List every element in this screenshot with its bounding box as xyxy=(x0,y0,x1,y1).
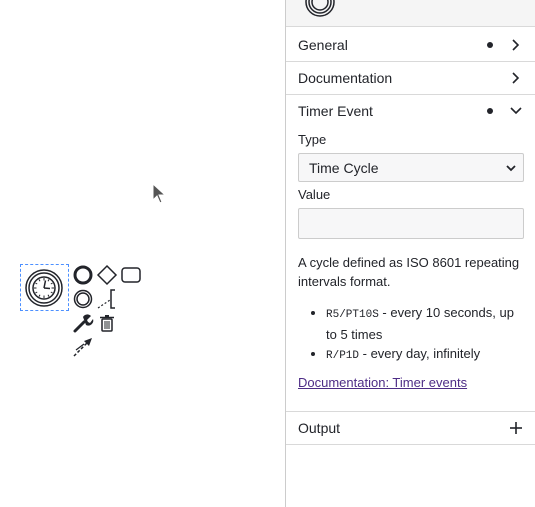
gateway-icon[interactable] xyxy=(96,264,118,286)
timer-description: A cycle defined as ISO 8601 repeating in… xyxy=(298,253,528,366)
chevron-down-icon xyxy=(506,164,516,171)
text-annotation-icon[interactable] xyxy=(96,288,118,310)
type-label: Type xyxy=(298,132,327,147)
example-code: R5/PT10S xyxy=(326,309,379,321)
task-icon[interactable] xyxy=(120,264,142,286)
group-output-header[interactable]: Output xyxy=(286,411,535,444)
mouse-cursor-icon xyxy=(152,183,166,204)
plus-icon[interactable] xyxy=(509,421,523,435)
chevron-right-icon xyxy=(512,71,520,84)
chevron-right-icon xyxy=(512,38,520,51)
chevron-down-icon xyxy=(510,106,522,114)
group-timer-event-header[interactable]: Timer Event xyxy=(286,94,535,127)
documentation-link[interactable]: Documentation: Timer events xyxy=(298,375,467,390)
example-code: R/P1D xyxy=(326,350,360,362)
group-timer-event-title: Timer Event xyxy=(298,102,373,119)
timer-type-selected: Time Cycle xyxy=(309,159,379,176)
divider xyxy=(286,444,535,445)
end-event-icon[interactable] xyxy=(72,264,94,286)
example-text: - every day, infinitely xyxy=(359,346,481,361)
group-documentation-header[interactable]: Documentation xyxy=(286,61,535,94)
group-documentation-title: Documentation xyxy=(298,69,393,86)
value-label: Value xyxy=(298,187,331,202)
group-general-title: General xyxy=(298,36,348,53)
wrench-icon[interactable] xyxy=(72,312,94,334)
trash-icon[interactable] xyxy=(96,312,118,334)
panel-header xyxy=(286,0,535,27)
group-general-header[interactable]: General xyxy=(286,28,535,61)
timer-event-type-icon xyxy=(305,0,335,17)
examples-list: R5/PT10S - every 10 seconds, up to 5 tim… xyxy=(298,303,528,366)
intermediate-event-icon[interactable] xyxy=(72,288,94,310)
group-output-title: Output xyxy=(298,419,341,436)
properties-panel: General Documentation Timer Event Type T… xyxy=(285,0,535,507)
data-indicator-dot xyxy=(487,107,493,114)
data-indicator-dot xyxy=(487,41,493,48)
connect-icon[interactable] xyxy=(72,336,94,358)
timer-type-select[interactable]: Time Cycle xyxy=(298,153,524,182)
timer-start-event[interactable] xyxy=(24,268,64,308)
list-item: R5/PT10S - every 10 seconds, up to 5 tim… xyxy=(326,303,528,344)
description-intro: A cycle defined as ISO 8601 repeating in… xyxy=(298,255,520,289)
list-item: R/P1D - every day, infinitely xyxy=(326,344,528,366)
diagram-canvas[interactable] xyxy=(0,0,285,507)
timer-value-input[interactable] xyxy=(298,208,524,239)
